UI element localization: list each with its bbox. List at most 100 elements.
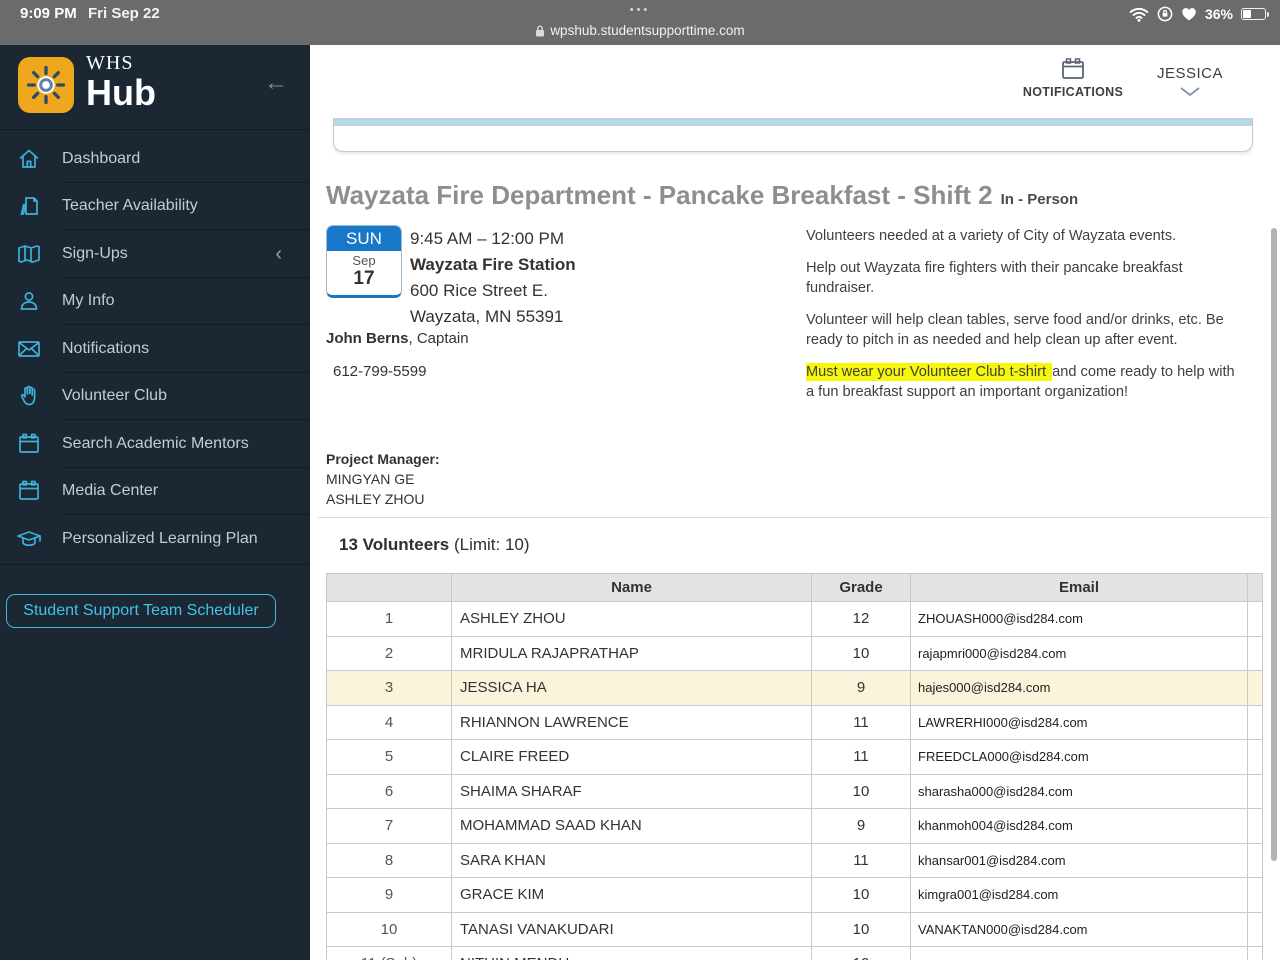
column-header-number (326, 573, 452, 602)
cell-name: ASHLEY ZHOU (451, 601, 812, 637)
table-row[interactable]: 4 RHIANNON LAWRENCE 11 LAWRERHI000@isd28… (326, 704, 1263, 740)
cell-number: 9 (326, 877, 452, 913)
battery-percent: 36% (1204, 6, 1233, 22)
cell-grade: 10 (811, 946, 911, 960)
sidebar-collapse-icon[interactable]: ← (264, 71, 288, 95)
map-icon (16, 242, 42, 266)
table-row[interactable]: 9 GRACE KIM 10 kimgra001@isd284.com (326, 877, 1263, 913)
description-paragraph: Volunteers needed at a variety of City o… (806, 228, 1177, 244)
table-row[interactable]: 1 ASHLEY ZHOU 12 ZHOUASH000@isd284.com (326, 601, 1263, 637)
table-row[interactable]: 8 SARA KHAN 11 khansar001@isd284.com (326, 842, 1263, 878)
table-row[interactable]: 3 JESSICA HA 9 hajes000@isd284.com (326, 670, 1263, 706)
vertical-scrollbar[interactable] (1271, 228, 1277, 861)
cell-grade: 9 (811, 808, 911, 844)
sidebar-item-my-info[interactable]: My Info (0, 278, 310, 326)
battery-icon (1241, 8, 1269, 20)
page-title: Wayzata Fire Department - Pancake Breakf… (326, 180, 1079, 210)
cell-grade: 10 (811, 635, 911, 671)
cell-email: LAWRERHI000@isd284.com (910, 704, 1248, 740)
badge-day: SUN (327, 226, 401, 251)
volunteers-heading: 13 Volunteers (Limit: 10) (339, 535, 530, 554)
event-info: 9:45 AM – 12:00 PM Wayzata Fire Station … (410, 226, 576, 330)
column-header-name: Name (451, 573, 812, 602)
cell-extra (1247, 911, 1263, 947)
cell-extra (1247, 601, 1263, 637)
rotation-lock-icon (1157, 6, 1173, 22)
sidebar-item-volunteer-club[interactable]: Volunteer Club (0, 373, 310, 421)
person-icon (16, 289, 42, 313)
description-paragraph: Help out Wayzata fire fighters with thei… (806, 259, 1183, 297)
cell-grade: 12 (811, 601, 911, 637)
cell-grade: 11 (811, 739, 911, 775)
cell-extra (1247, 704, 1263, 740)
cell-name: RHIANNON LAWRENCE (451, 704, 812, 740)
cell-email: hajes000@isd284.com (910, 670, 1248, 706)
table-row[interactable]: 2 MRIDULA RAJAPRATHAP 10 rajapmri000@isd… (326, 635, 1263, 671)
cell-number: 6 (326, 773, 452, 809)
table-row[interactable]: 7 MOHAMMAD SAAD KHAN 9 khanmoh004@isd284… (326, 808, 1263, 844)
user-menu[interactable]: JESSICA (1150, 65, 1230, 96)
badge-date: 17 (353, 268, 375, 289)
description-paragraph: Volunteer will help clean tables, serve … (806, 311, 1224, 349)
table-row[interactable]: 6 SHAIMA SHARAF 10 sharasha000@isd284.co… (326, 773, 1263, 809)
cell-grade: 10 (811, 877, 911, 913)
cell-extra (1247, 773, 1263, 809)
volunteers-table-body: 1 ASHLEY ZHOU 12 ZHOUASH000@isd284.com 2… (326, 601, 1263, 960)
sidebar-item-media-center[interactable]: Media Center (0, 468, 310, 516)
envelope-icon (16, 338, 42, 360)
table-row[interactable]: 11 (Sub) NITHIN MENDU 10 (326, 946, 1263, 960)
notifications-button[interactable]: NOTIFICATIONS (1018, 57, 1128, 99)
cell-name: MOHAMMAD SAAD KHAN (451, 808, 812, 844)
volunteers-table: Name Grade Email 1 ASHLEY ZHOU 12 ZHOUAS… (326, 573, 1263, 960)
cell-email: rajapmri000@isd284.com (910, 635, 1248, 671)
cell-email: khansar001@isd284.com (910, 842, 1248, 878)
url-bar[interactable]: wpshub.studentsupporttime.com (0, 23, 1280, 38)
sidebar-item-notifications[interactable]: Notifications (0, 325, 310, 373)
student-support-scheduler-button[interactable]: Student Support Team Scheduler (6, 594, 276, 628)
scrolled-card-edge (333, 118, 1253, 152)
event-contact: John Berns, Captain (326, 330, 469, 347)
column-header-email: Email (910, 573, 1248, 602)
table-row[interactable]: 5 CLAIRE FREED 11 FREEDCLA000@isd284.com (326, 739, 1263, 775)
screen: 9:09 PM Fri Sep 22 ••• wpshub.studentsup… (0, 0, 1280, 960)
event-mode-label: In - Person (1000, 191, 1079, 208)
column-header-grade: Grade (811, 573, 911, 602)
cell-email: sharasha000@isd284.com (910, 773, 1248, 809)
cell-grade: 9 (811, 670, 911, 706)
hand-icon (16, 384, 42, 408)
project-manager-label: Project Manager: (326, 451, 440, 467)
cell-number: 10 (326, 911, 452, 947)
cell-name: SHAIMA SHARAF (451, 773, 812, 809)
event-address-2: Wayzata, MN 55391 (410, 307, 564, 326)
cell-email: VANAKTAN000@isd284.com (910, 911, 1248, 947)
date-badge: SUN Sep 17 (326, 225, 402, 298)
project-manager-block: Project Manager: MINGYAN GE ASHLEY ZHOU (326, 449, 440, 509)
cell-name: JESSICA HA (451, 670, 812, 706)
calendar-icon (16, 479, 42, 503)
cell-email: kimgra001@isd284.com (910, 877, 1248, 913)
event-phone: 612-799-5599 (333, 363, 427, 380)
cell-grade: 10 (811, 773, 911, 809)
cell-extra (1247, 808, 1263, 844)
lock-icon (536, 25, 545, 37)
cell-number: 2 (326, 635, 452, 671)
event-description: Volunteers needed at a variety of City o… (806, 226, 1246, 414)
cell-grade: 10 (811, 911, 911, 947)
sidebar-item-teacher-availability[interactable]: Teacher Availability (0, 183, 310, 231)
sidebar-item-personalized-learning-plan[interactable]: Personalized Learning Plan (0, 515, 310, 563)
sidebar-item-dashboard[interactable]: Dashboard (0, 135, 310, 183)
cell-extra (1247, 739, 1263, 775)
project-manager-name: ASHLEY ZHOU (326, 491, 425, 507)
sidebar-item-search-academic-mentors[interactable]: Search Academic Mentors (0, 420, 310, 468)
sidebar-item-sign-ups[interactable]: Sign-Ups ‹ (0, 230, 310, 278)
project-manager-name: MINGYAN GE (326, 471, 415, 487)
cell-email (910, 946, 1248, 960)
user-name: JESSICA (1156, 65, 1224, 82)
sidebar-divider (0, 564, 310, 565)
cell-extra (1247, 635, 1263, 671)
table-row[interactable]: 10 TANASI VANAKUDARI 10 VANAKTAN000@isd2… (326, 911, 1263, 947)
sidebar-logo: WHS Hub ← (0, 45, 310, 130)
tab-dots: ••• (629, 4, 651, 16)
cell-number: 8 (326, 842, 452, 878)
cell-name: MRIDULA RAJAPRATHAP (451, 635, 812, 671)
